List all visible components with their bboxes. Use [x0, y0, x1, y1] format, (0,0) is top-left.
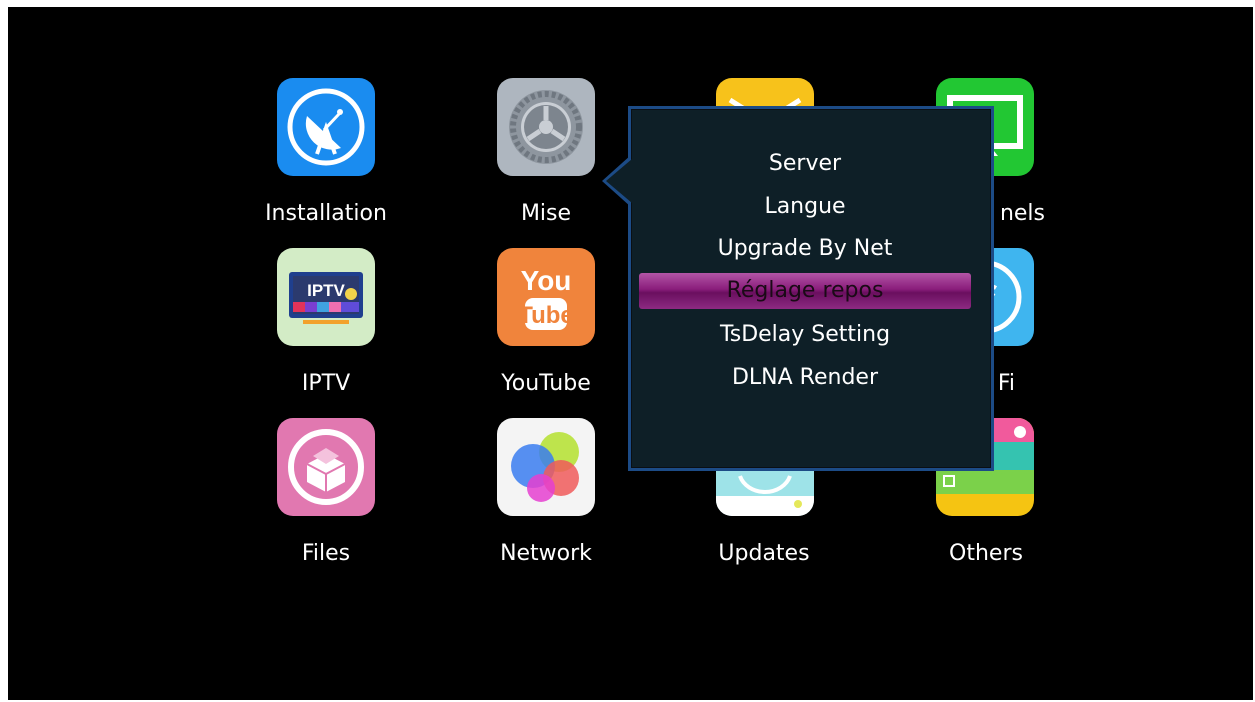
menu-item-dlna-render[interactable]: DLNA Render: [639, 360, 971, 396]
app-label-installation: Installation: [265, 201, 387, 226]
files-tile[interactable]: [277, 418, 375, 516]
menu-item-upgrade-by-net[interactable]: Upgrade By Net: [639, 231, 971, 267]
mise-tile[interactable]: [497, 78, 595, 176]
menu-item-langue[interactable]: Langue: [639, 189, 971, 225]
tv-screen: IPTV You Tube Installation Mise nels IPT…: [8, 7, 1253, 700]
app-label-updates: Updates: [718, 541, 810, 566]
satellite-dish-icon: [277, 78, 375, 176]
app-label-network: Network: [500, 541, 592, 566]
package-icon: [277, 418, 375, 516]
svg-text:Tube: Tube: [518, 302, 574, 329]
settings-gear-icon: [497, 78, 595, 176]
app-label-youtube: YouTube: [501, 371, 591, 396]
app-label-others: Others: [949, 541, 1023, 566]
iptv-icon: IPTV: [277, 248, 375, 346]
network-tile[interactable]: [497, 418, 595, 516]
menu-item-tsdelay-setting[interactable]: TsDelay Setting: [639, 317, 971, 353]
svg-text:You: You: [521, 265, 572, 296]
menu-item-server[interactable]: Server: [639, 146, 971, 182]
app-label-iptv: IPTV: [301, 371, 351, 396]
installation-tile[interactable]: [277, 78, 375, 176]
iptv-tile[interactable]: IPTV: [277, 248, 375, 346]
svg-text:IPTV: IPTV: [307, 281, 345, 300]
popup-pointer-fill: [606, 159, 632, 203]
app-label-files: Files: [301, 541, 351, 566]
game-center-icon: [497, 418, 595, 516]
settings-submenu: Server Langue Upgrade By Net Réglage rep…: [628, 106, 994, 471]
youtube-icon: You Tube: [497, 248, 595, 346]
menu-item-reglage-repos[interactable]: Réglage repos: [639, 273, 971, 309]
youtube-tile[interactable]: You Tube: [497, 248, 595, 346]
